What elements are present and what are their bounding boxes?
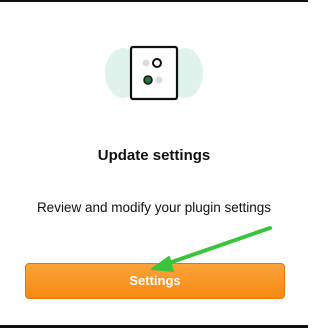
settings-toggles-icon xyxy=(105,45,203,101)
toggle-dot-active xyxy=(143,75,153,85)
card-title: Update settings xyxy=(97,147,211,164)
toggle-dot-inactive xyxy=(155,76,163,84)
toggle-dot-active-ring xyxy=(152,58,162,68)
toggle-dot-inactive xyxy=(142,59,150,67)
settings-button[interactable]: Settings xyxy=(25,263,285,299)
settings-panel-frame xyxy=(129,45,179,101)
top-divider xyxy=(0,0,308,2)
card-description: Review and modify your plugin settings xyxy=(36,200,272,215)
arrow-shaft xyxy=(164,226,272,266)
